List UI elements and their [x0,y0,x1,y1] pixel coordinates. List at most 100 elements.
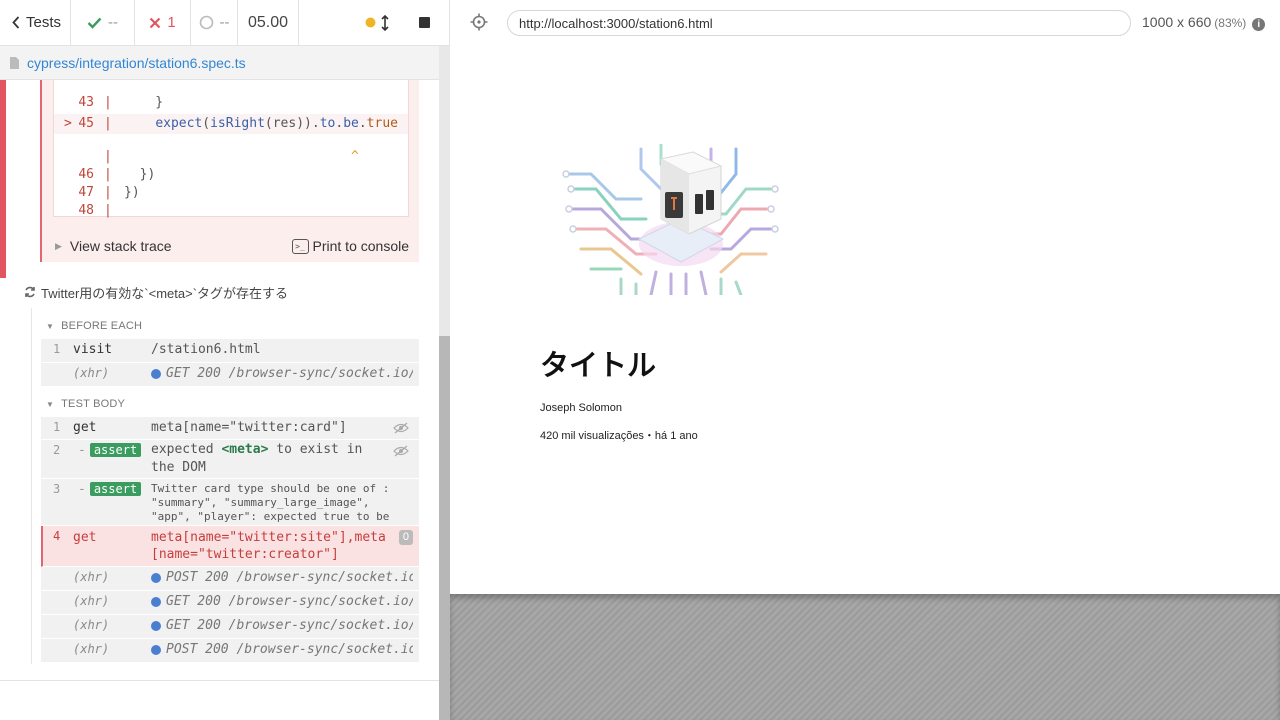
command-message: expected <meta> to exist in the DOM [151,442,363,475]
author-name: Joseph Solomon [540,402,622,414]
chevron-left-icon [12,16,20,29]
crosshair-icon[interactable] [470,13,488,31]
viewport-size: 1000 x 660 [1142,14,1212,30]
duration: 05.00 [238,0,299,46]
command-number: 3 [53,482,61,496]
print-to-console-label: Print to console [312,238,410,254]
tree-line [31,308,32,664]
caret-down-icon: ▼ [46,321,55,331]
app-under-test-panel: http://localhost:3000/station6.html 1000… [450,0,1280,720]
terminal-icon: >_ [291,238,309,254]
file-icon [10,56,19,69]
command-message: GET 200 /browser-sync/socket.io/?... [151,594,413,609]
command-name: - assert [78,443,142,458]
command-number: 4 [53,529,61,543]
xhr-dot-icon [151,596,161,607]
test-title-text: Twitter用の有効な`<meta>`タグが存在する [41,285,289,301]
command-name: (xhr) [73,594,110,608]
command-number: 2 [53,443,61,457]
xhr-dot-icon [151,644,161,655]
command-number: 1 [53,420,61,434]
code-line: 47 |}) [78,185,140,200]
reporter-scrollbar-thumb[interactable] [439,336,450,720]
command-xhr[interactable]: (xhr) POST 200 /browser-sync/socket.io/.… [41,639,419,663]
x-icon [149,17,161,29]
xhr-dot-icon [151,572,161,583]
code-line: 43 | } [78,95,164,110]
failed-indicator-bar [0,80,6,278]
check-icon [87,17,102,29]
command-name: visit [73,342,113,357]
command-message: /station6.html [151,342,261,357]
command-visit[interactable]: 1 visit /station6.html [41,339,419,363]
command-message: meta[name="twitter:card"] [151,420,347,435]
stop-icon[interactable] [419,17,430,28]
aut-header: http://localhost:3000/station6.html 1000… [450,0,1280,46]
failed-value: 1 [167,14,176,31]
code-line: 46 | }) [78,167,156,182]
command-message: GET 200 /browser-sync/socket.io/?... [151,366,413,381]
pending-value: -- [219,14,230,31]
stack-trace-row: ▶ View stack trace >_ Print to console [53,233,419,259]
hero-image [562,144,779,295]
command-name: (xhr) [73,618,110,632]
runnables: 43| } 44| > 45| expect(isRight(res)).to.… [0,80,439,680]
command-xhr[interactable]: (xhr) POST 200 /browser-sync/socket.io/.… [41,567,419,591]
code-line: 48 | [78,203,112,218]
url-bar[interactable]: http://localhost:3000/station6.html [507,10,1131,36]
test-body-label: TEST BODY [61,398,126,410]
code-line-highlighted: > 45 | expect(isRight(res)).to.be.true [54,114,408,134]
command-name: (xhr) [73,366,110,380]
reporter-footer [0,680,439,720]
command-number: 1 [53,342,61,356]
command-message: POST 200 /browser-sync/socket.io/... [151,642,413,657]
url-text: http://localhost:3000/station6.html [519,15,713,31]
command-name: get [73,420,97,435]
passed-value: -- [108,14,118,31]
command-xhr[interactable]: (xhr) GET 200 /browser-sync/socket.io/?.… [41,615,419,639]
passed-count: -- [71,0,135,46]
command-message: meta[name="twitter:site"],meta[name="twi… [151,530,386,562]
viewport-info: 1000 x 660 (83%) i [1142,14,1266,31]
before-each-header[interactable]: ▼ BEFORE EACH [46,316,142,336]
command-xhr[interactable]: (xhr) GET 200 /browser-sync/socket.io/?.… [41,591,419,615]
spec-file-path[interactable]: cypress/integration/station6.spec.ts [0,46,439,80]
command-get[interactable]: 1 get meta[name="twitter:card"] [41,417,419,440]
view-stack-trace-button[interactable]: View stack trace [70,238,172,254]
run-controls [299,0,450,46]
print-to-console-button[interactable]: >_ Print to console [291,238,410,254]
failed-count: 1 [135,0,191,46]
info-icon[interactable]: i [1252,18,1266,31]
command-name: (xhr) [73,642,110,656]
caret-right-icon: ▶ [55,240,62,251]
command-get-failed[interactable]: 4 get meta[name="twitter:site"],meta[nam… [41,526,419,567]
auto-scroll-icon[interactable] [381,14,389,31]
eye-slash-icon[interactable] [393,422,409,434]
code-line: | ^ [104,149,359,164]
test-title[interactable]: Twitter用の有効な`<meta>`タグが存在する [24,282,288,302]
xhr-dot-icon [151,368,161,379]
command-name: get [73,530,97,545]
refresh-icon [24,286,36,298]
reporter-panel: Tests -- 1 -- 05.00 cypress/integration/… [0,0,450,720]
element-count-badge: 0 [398,530,413,545]
command-assert[interactable]: 2 - assert expected <meta> to exist in th… [41,440,419,479]
running-indicator-icon [365,17,376,28]
tests-button[interactable]: Tests [0,0,71,46]
command-xhr[interactable]: (xhr) GET 200 /browser-sync/socket.io/?.… [41,363,419,387]
test-body-header[interactable]: ▼ TEST BODY [46,394,125,414]
pending-count: -- [191,0,238,46]
xhr-dot-icon [151,620,161,631]
command-name: - assert [78,482,142,497]
eye-slash-icon[interactable] [393,445,409,457]
command-message: GET 200 /browser-sync/socket.io/?... [151,618,413,633]
command-assert[interactable]: 3 - assert Twitter card type should be on… [41,479,419,537]
page-title: タイトル [540,348,657,382]
tests-label: Tests [26,14,62,31]
command-message: POST 200 /browser-sync/socket.io/... [151,570,413,585]
before-each-label: BEFORE EACH [61,320,143,332]
circle-notch-icon [199,15,214,30]
command-name: (xhr) [73,570,110,584]
reporter-header: Tests -- 1 -- 05.00 [0,0,450,46]
aut-iframe: タイトル Joseph Solomon 420 mil visualizaçõe… [451,46,1280,594]
